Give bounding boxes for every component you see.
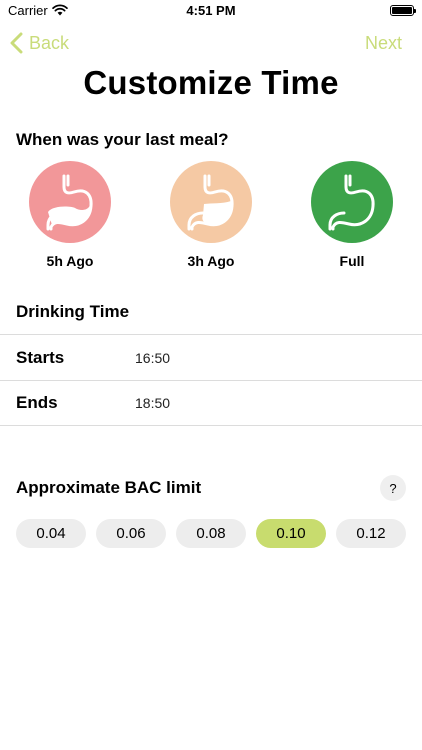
chevron-left-icon [10,32,23,54]
help-button[interactable]: ? [380,475,406,501]
meal-label: Full [339,253,365,269]
drinking-time-list: Starts 16:50 Ends 18:50 [0,334,422,426]
next-button[interactable]: Next [365,33,402,54]
meal-question: When was your last meal? [16,130,229,149]
stomach-icon [328,174,375,231]
starts-label: Starts [16,347,65,367]
back-label: Back [29,32,70,53]
bac-option-0-08[interactable]: 0.08 [176,519,246,548]
ends-row[interactable]: Ends 18:50 [0,380,422,426]
meal-option-3h[interactable]: 3h Ago [170,161,252,269]
ends-label: Ends [16,393,58,412]
meal-circle [29,161,111,243]
meal-option-5h[interactable]: 5h Ago [29,161,111,269]
status-time: 4:51 PM [186,3,236,18]
bac-limit-title: Approximate BAC limit [16,478,202,497]
bac-option-0-12[interactable]: 0.12 [336,519,406,548]
meal-circle [311,161,393,243]
status-bar: Carrier 4:51 PM [0,0,422,22]
meal-circle [170,161,252,243]
stomach-icon [46,174,93,231]
bac-option-0-04[interactable]: 0.04 [16,519,86,548]
drinking-time-title: Drinking Time [16,302,130,321]
page-title: Customize Time [83,64,339,101]
starts-row[interactable]: Starts 16:50 [0,334,422,380]
meal-label: 3h Ago [187,253,235,269]
meal-label: 5h Ago [46,253,94,269]
bac-options: 0.04 0.06 0.08 0.10 0.12 [16,519,406,548]
meal-option-full[interactable]: Full [311,161,393,269]
ends-value: 18:50 [135,395,171,411]
starts-value: 16:50 [135,349,171,366]
bac-option-0-06[interactable]: 0.06 [96,519,166,548]
bac-option-0-10[interactable]: 0.10 [256,519,326,548]
stomach-icon [187,174,234,231]
back-button[interactable]: Back [10,31,69,55]
battery-icon [390,5,416,16]
